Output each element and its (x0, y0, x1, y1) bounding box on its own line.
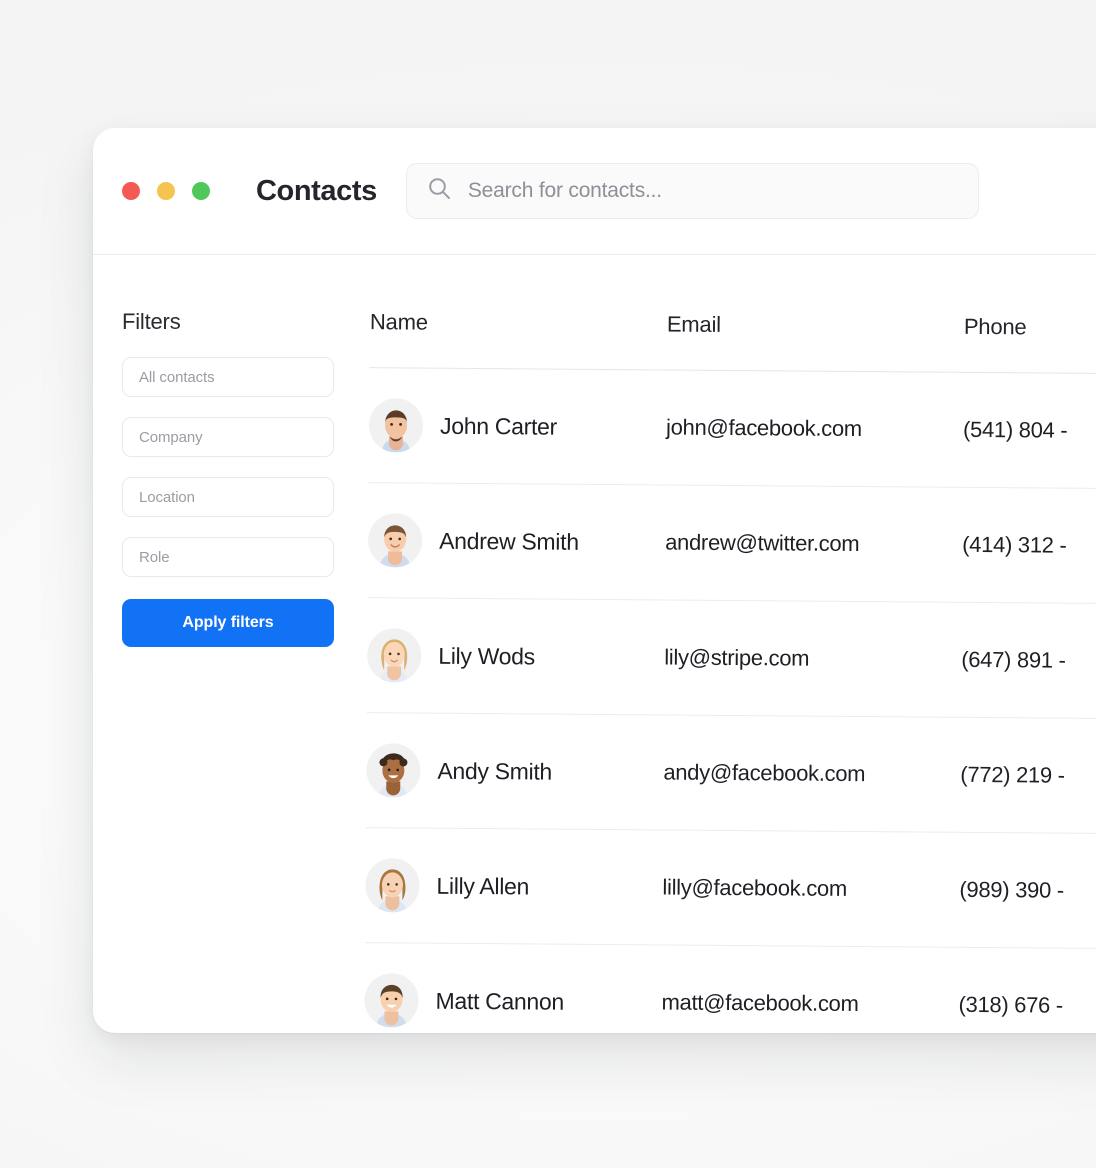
contacts-table: Name Email Phone John Carter john@facebo… (341, 309, 1096, 1033)
column-header-email: Email (666, 311, 722, 337)
search-icon (427, 176, 452, 206)
contact-name: Andrew Smith (439, 527, 579, 555)
avatar (367, 513, 423, 568)
contact-phone: (318) 676 - (958, 991, 1063, 1018)
contact-name: Matt Cannon (435, 987, 565, 1015)
contact-name: Lily Wods (438, 642, 535, 669)
avatar (367, 628, 422, 683)
traffic-lights (122, 182, 210, 200)
apply-filters-button[interactable]: Apply filters (122, 599, 334, 647)
contact-phone: (541) 804 - (962, 416, 1068, 443)
table-row[interactable]: John Carter john@facebook.com (541) 804 … (368, 368, 1096, 490)
table-row[interactable]: Andy Smith andy@facebook.com (772) 219 - (365, 713, 1096, 835)
filters-sidebar: Filters All contacts Company Location Ro… (93, 309, 347, 1033)
search-input[interactable]: Search for contacts... (405, 163, 979, 219)
contact-phone: (989) 390 - (959, 876, 1064, 903)
contact-email: andy@facebook.com (663, 759, 866, 787)
filter-company-placeholder: Company (139, 428, 203, 446)
avatar (364, 973, 419, 1028)
close-window-button[interactable] (122, 182, 140, 200)
contact-email: lily@stripe.com (664, 644, 810, 671)
minimize-window-button[interactable] (157, 182, 175, 200)
table-row[interactable]: Matt Cannon matt@facebook.com (318) 676 … (364, 943, 1096, 1033)
contacts-window: Contacts Search for contacts... Filters … (93, 128, 1096, 1033)
table-row[interactable]: Lily Wods lily@stripe.com (647) 891 - (366, 598, 1096, 720)
filter-all-contacts-placeholder: All contacts (139, 368, 215, 386)
filter-company[interactable]: Company (122, 417, 334, 457)
table-row[interactable]: Andrew Smith andrew@twitter.com (414) 31… (367, 483, 1096, 605)
contact-name: Andy Smith (437, 757, 553, 785)
contact-email: lilly@facebook.com (662, 874, 848, 901)
maximize-window-button[interactable] (192, 182, 210, 200)
contact-email: john@facebook.com (665, 414, 862, 442)
filter-all-contacts[interactable]: All contacts (122, 357, 334, 397)
contact-phone: (647) 891 - (961, 646, 1066, 673)
search-placeholder: Search for contacts... (467, 179, 662, 202)
page-title: Contacts (256, 174, 377, 207)
contact-name: Lilly Allen (436, 872, 530, 899)
contact-email: andrew@twitter.com (665, 529, 860, 557)
contact-phone: (414) 312 - (962, 531, 1067, 558)
filter-location-placeholder: Location (139, 488, 195, 506)
avatar (365, 858, 420, 913)
avatar (368, 398, 424, 453)
column-header-phone: Phone (963, 313, 1027, 340)
filter-location[interactable]: Location (122, 477, 334, 517)
contact-name: John Carter (439, 412, 558, 440)
filters-heading: Filters (122, 309, 181, 334)
filter-role-placeholder: Role (139, 548, 170, 566)
filter-role[interactable]: Role (122, 537, 334, 577)
contact-email: matt@facebook.com (661, 989, 859, 1017)
table-header-row: Name Email Phone (369, 309, 1096, 375)
window-titlebar: Contacts Search for contacts... (93, 128, 1096, 255)
column-header-name: Name (369, 309, 428, 335)
table-row[interactable]: Lilly Allen lilly@facebook.com (989) 390… (365, 828, 1096, 950)
avatar (366, 743, 421, 798)
window-body: Filters All contacts Company Location Ro… (93, 255, 1096, 1033)
contact-phone: (772) 219 - (960, 761, 1065, 788)
